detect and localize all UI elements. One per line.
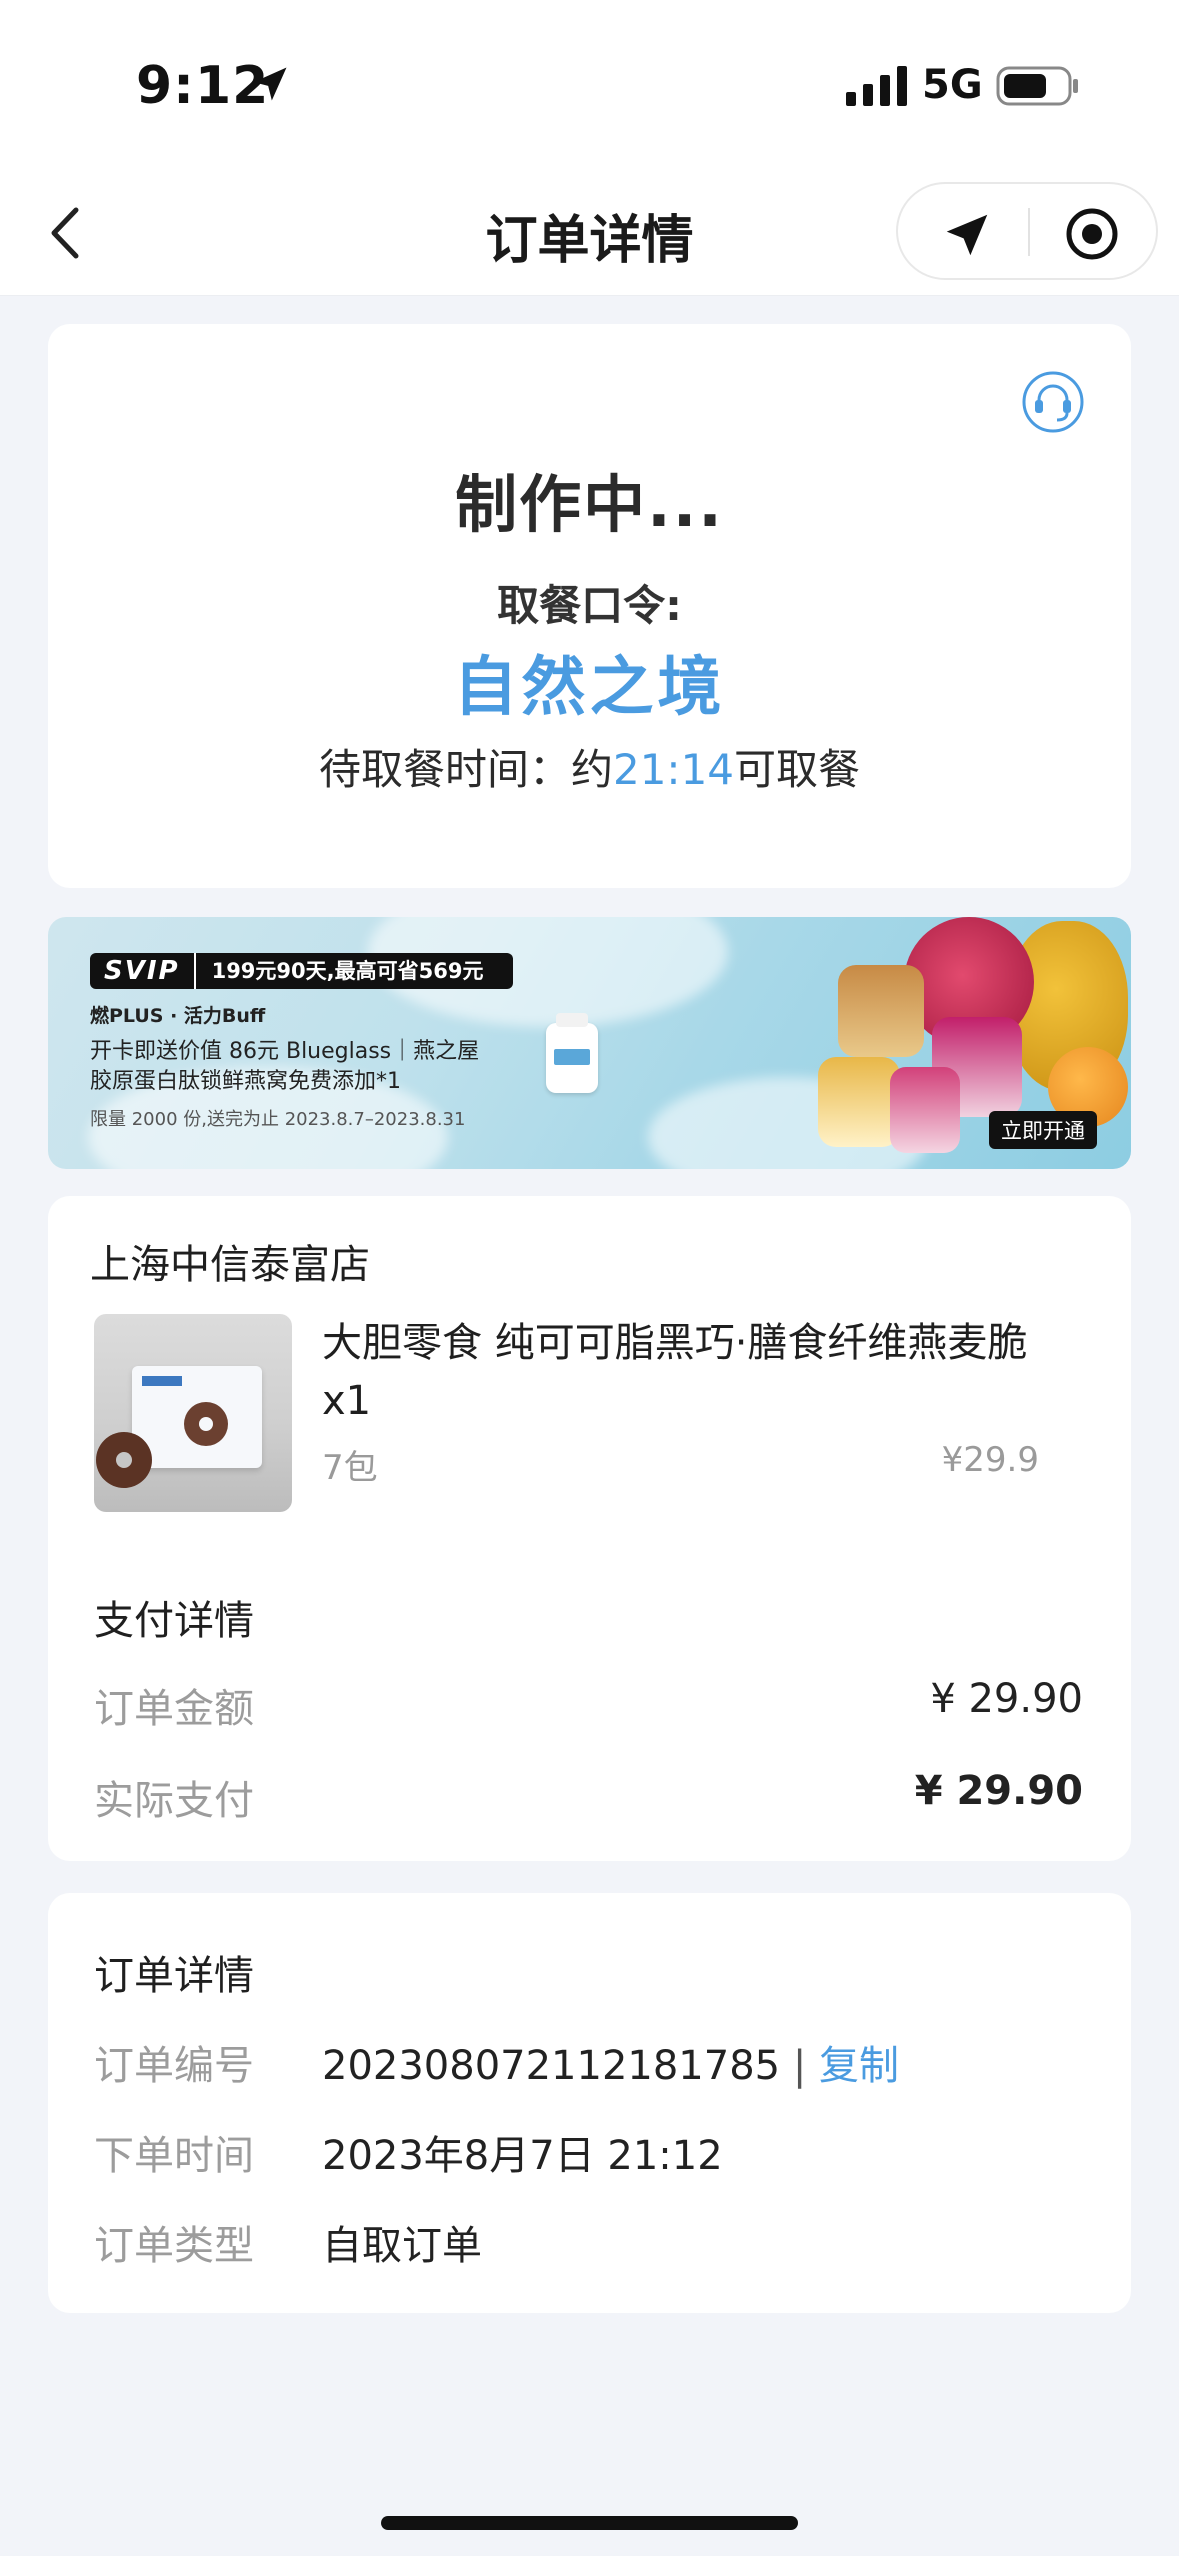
order-details-card: 订单详情 订单编号 202308072112181785 | 复制 下单时间 2… (48, 1893, 1131, 2313)
status-bar: 9:12 5G (0, 0, 1179, 170)
pickup-code: 自然之境 (453, 651, 726, 725)
order-amount-value: ¥ 29.90 (930, 1676, 1083, 1722)
banner-line-2: 胶原蛋白肽锁鲜燕窝免费添加*1 (90, 1069, 401, 1094)
svip-tag: SVIP 199元90天,最高可省569元 (90, 953, 514, 989)
store-payment-card: 上海中信泰富店 大胆零食 纯可可脂黑巧·膳食纤维燕麦脆 x1 7包 ¥29.9 … (48, 1196, 1131, 1861)
product-donut (96, 1432, 152, 1488)
share-arrow-icon[interactable] (940, 208, 994, 262)
order-status-card: 制作中... 取餐口令: 自然之境 待取餐时间：约21:14可取餐 (48, 324, 1131, 888)
actual-paid-label: 实际支付 (94, 1778, 254, 1824)
svip-badge: SVIP (90, 953, 194, 989)
order-amount-label: 订单金额 (94, 1686, 254, 1732)
pickup-code-label: 取餐口令: (497, 581, 682, 630)
svip-offer: 199元90天,最高可省569元 (193, 953, 514, 989)
supplement-bottle-image (546, 1013, 598, 1093)
product-image (94, 1314, 292, 1512)
capsule-divider (1028, 208, 1030, 256)
dessert-cup-image (890, 1067, 960, 1153)
dessert-cup-image (838, 965, 924, 1057)
headset-icon[interactable] (1021, 370, 1085, 434)
order-type: 自取订单 (322, 2223, 482, 2269)
actual-paid-value: ¥ 29.90 (914, 1768, 1083, 1814)
order-number-label: 订单编号 (94, 2043, 254, 2089)
pickup-time-suffix: 可取餐 (734, 745, 861, 794)
order-time: 2023年8月7日 21:12 (322, 2133, 723, 2179)
open-membership-button[interactable]: 立即开通 (989, 1111, 1097, 1149)
banner-limit: 限量 2000 份,送完为止 2023.8.7–2023.8.31 (90, 1109, 466, 1130)
battery-icon (996, 66, 1078, 106)
product-name: 大胆零食 纯可可脂黑巧·膳食纤维燕麦脆 x1 (322, 1320, 1028, 1424)
banner-brand: 燃PLUS · 活力Buff (90, 1005, 266, 1027)
order-number: 202308072112181785 (322, 2043, 781, 2089)
mini-program-capsule (896, 182, 1158, 280)
product-spec: 7包 (322, 1448, 378, 1488)
order-status-text: 制作中... (455, 468, 724, 541)
order-type-label: 订单类型 (94, 2223, 254, 2269)
store-name: 上海中信泰富店 (90, 1242, 370, 1288)
product-price: ¥29.9 (941, 1440, 1039, 1480)
pickup-time-value: 21:14 (612, 745, 735, 794)
home-indicator[interactable] (381, 2516, 798, 2530)
product-package (132, 1366, 262, 1468)
network-type: 5G (922, 62, 983, 108)
order-number-separator: | (792, 2043, 807, 2089)
banner-line-1: 开卡即送价值 86元 Blueglass｜燕之屋 (90, 1039, 480, 1064)
signal-icon (846, 66, 907, 106)
payment-title: 支付详情 (94, 1598, 254, 1644)
svip-promo-banner[interactable]: SVIP 199元90天,最高可省569元 燃PLUS · 活力Buff 开卡即… (48, 917, 1131, 1169)
pickup-time-prefix: 待取餐时间：约 (318, 745, 613, 794)
location-arrow-icon (253, 67, 287, 101)
close-target-icon[interactable] (1064, 206, 1120, 262)
order-number-row: 202308072112181785 | 复制 (322, 2033, 899, 2091)
dessert-cup-image (818, 1057, 900, 1147)
navigation-bar: 订单详情 (0, 170, 1179, 296)
order-time-label: 下单时间 (94, 2133, 254, 2179)
pickup-time-line: 待取餐时间：约21:14可取餐 (48, 736, 1131, 797)
copy-order-number-button[interactable]: 复制 (819, 2043, 899, 2089)
order-details-title: 订单详情 (94, 1953, 254, 1999)
